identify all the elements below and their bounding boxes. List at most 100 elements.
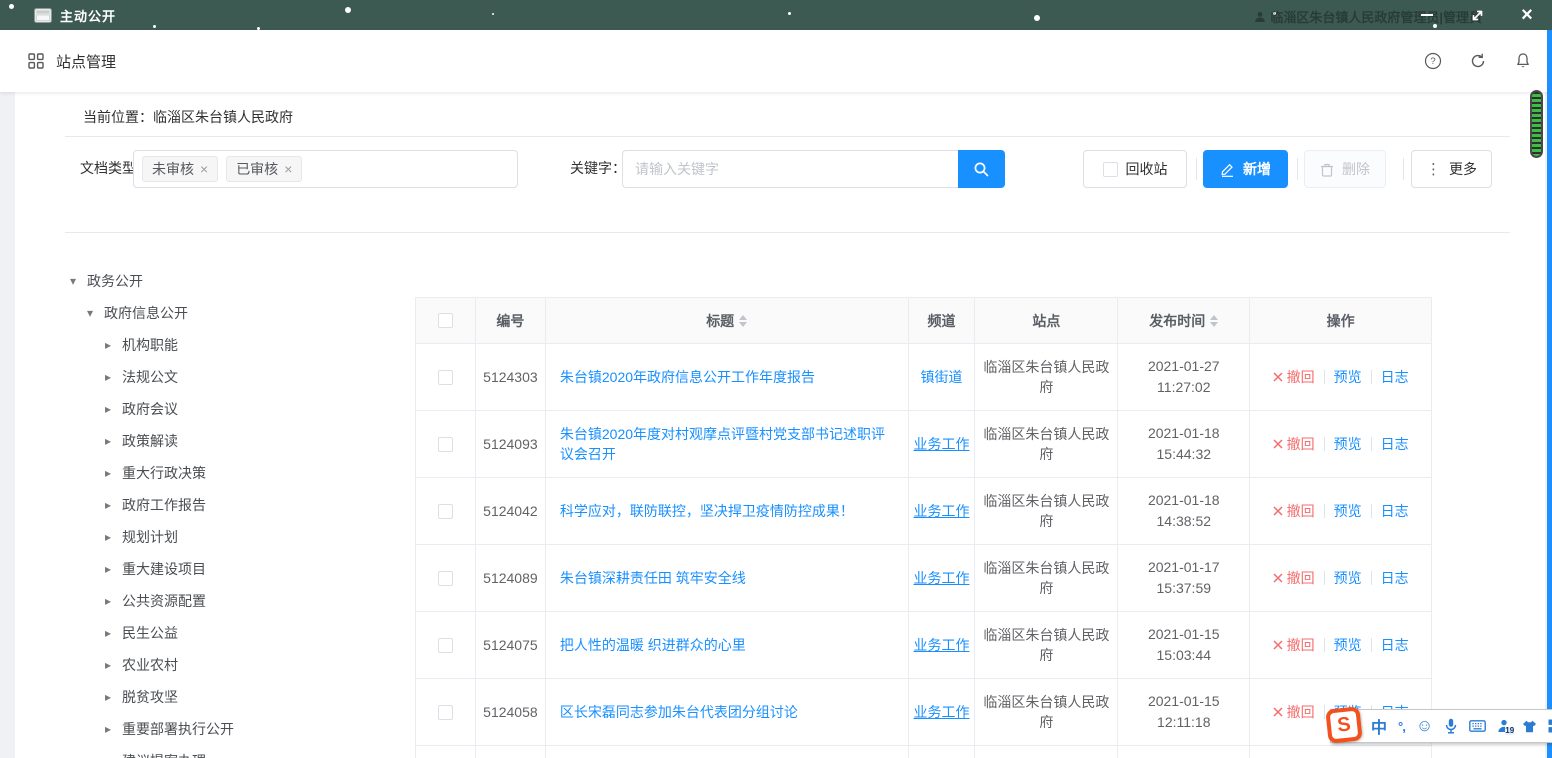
tree-item[interactable]: ▸重大建设项目 [60, 553, 410, 585]
preview-link[interactable]: 预览 [1334, 434, 1362, 454]
recycle-bin-button[interactable]: 回收站 [1083, 150, 1187, 188]
caret-right-icon[interactable]: ▸ [103, 466, 113, 480]
keyword-input[interactable] [622, 150, 958, 188]
row-checkbox[interactable] [438, 370, 453, 385]
caret-right-icon[interactable]: ▸ [103, 754, 113, 758]
row-channel-link[interactable]: 业务工作 [914, 501, 970, 521]
doc-type-tags-box[interactable]: 未审核× 已审核× [133, 150, 518, 188]
delete-button[interactable]: 删除 [1304, 150, 1386, 188]
row-checkbox[interactable] [438, 504, 453, 519]
apps-grid-icon[interactable] [28, 53, 44, 69]
caret-right-icon[interactable]: ▸ [103, 434, 113, 448]
tree-item[interactable]: ▾政务公开 [60, 265, 410, 297]
tree-item[interactable]: ▸政府工作报告 [60, 489, 410, 521]
log-link[interactable]: 日志 [1381, 434, 1409, 454]
tree-item[interactable]: ▸民生公益 [60, 617, 410, 649]
preview-link[interactable]: 预览 [1334, 501, 1362, 521]
caret-right-icon[interactable]: ▸ [103, 402, 113, 416]
revoke-link[interactable]: 撤回 [1273, 367, 1315, 387]
tag-remove-icon[interactable]: × [200, 161, 208, 177]
ime-emoji-icon[interactable]: ☺ [1416, 716, 1433, 736]
row-channel-link[interactable]: 业务工作 [914, 434, 970, 454]
row-checkbox[interactable] [438, 638, 453, 653]
caret-right-icon[interactable]: ▸ [103, 658, 113, 672]
row-title-link[interactable]: 把人性的温暖 织进群众的心里 [560, 635, 746, 655]
tree-item[interactable]: ▸建议提案办理 [60, 745, 410, 758]
log-link[interactable]: 日志 [1381, 501, 1409, 521]
row-title-link[interactable]: 区长宋磊同志参加朱台代表团分组讨论 [560, 702, 798, 722]
caret-right-icon[interactable]: ▸ [103, 530, 113, 544]
caret-right-icon[interactable]: ▸ [103, 626, 113, 640]
caret-right-icon[interactable]: ▸ [103, 370, 113, 384]
ime-keyboard-icon[interactable] [1469, 720, 1486, 732]
caret-right-icon[interactable]: ▸ [103, 562, 113, 576]
caret-right-icon[interactable]: ▸ [103, 690, 113, 704]
column-header-title[interactable]: 标题 [546, 298, 909, 344]
row-title-link[interactable]: 朱台镇深耕责任田 筑牢安全线 [560, 568, 746, 588]
tree-item[interactable]: ▸政府会议 [60, 393, 410, 425]
preview-link[interactable]: 预览 [1334, 367, 1362, 387]
select-all-checkbox[interactable] [438, 313, 453, 328]
tree-item[interactable]: ▾政府信息公开 [60, 297, 410, 329]
minimize-button[interactable] [1416, 4, 1438, 26]
row-title-link[interactable]: 朱台镇2020年政府信息公开工作年度报告 [560, 367, 815, 387]
sogou-logo-icon[interactable]: S [1325, 706, 1362, 743]
more-button[interactable]: ⋮ 更多 [1411, 150, 1492, 188]
preview-link[interactable]: 预览 [1334, 635, 1362, 655]
caret-right-icon[interactable]: ▸ [103, 722, 113, 736]
close-button[interactable]: × [1516, 4, 1538, 26]
maximize-button[interactable] [1466, 4, 1488, 26]
search-button[interactable] [958, 150, 1005, 188]
row-title-link[interactable]: 科学应对，联防联控，坚决捍卫疫情防控成果！ [560, 501, 854, 521]
revoke-link[interactable]: 撤回 [1273, 568, 1315, 588]
revoke-link[interactable]: 撤回 [1273, 434, 1315, 454]
log-link[interactable]: 日志 [1381, 635, 1409, 655]
caret-right-icon[interactable]: ▸ [103, 594, 113, 608]
tree-item[interactable]: ▸规划计划 [60, 521, 410, 553]
scrollbar-thumb[interactable] [1530, 90, 1543, 158]
add-button[interactable]: 新增 [1203, 150, 1288, 188]
row-checkbox[interactable] [438, 705, 453, 720]
doc-type-tag[interactable]: 已审核× [226, 156, 302, 182]
sort-icons[interactable] [1210, 315, 1218, 327]
revoke-link[interactable]: 撤回 [1273, 501, 1315, 521]
log-link[interactable]: 日志 [1381, 367, 1409, 387]
ime-microphone-icon[interactable] [1444, 718, 1458, 734]
row-channel-link[interactable]: 业务工作 [914, 568, 970, 588]
tree-item[interactable]: ▸农业农村 [60, 649, 410, 681]
caret-down-icon[interactable]: ▾ [68, 274, 78, 288]
refresh-icon[interactable] [1469, 52, 1487, 70]
help-icon[interactable]: ? [1424, 52, 1442, 70]
tree-item[interactable]: ▸脱贫攻坚 [60, 681, 410, 713]
ime-punctuation-icon[interactable]: °, [1398, 719, 1405, 734]
row-channel-link[interactable]: 镇街道 [921, 367, 963, 387]
caret-right-icon[interactable]: ▸ [103, 338, 113, 352]
tree-item[interactable]: ▸公共资源配置 [60, 585, 410, 617]
row-channel-link[interactable]: 业务工作 [914, 702, 970, 722]
ime-language-mode[interactable]: 中 [1371, 714, 1387, 738]
sort-icons[interactable] [739, 315, 747, 327]
log-link[interactable]: 日志 [1381, 568, 1409, 588]
ime-skin-icon[interactable] [1522, 720, 1537, 733]
column-header-time[interactable]: 发布时间 [1118, 298, 1250, 344]
row-title-link[interactable]: 朱台镇2020年度对村观摩点评暨村党支部书记述职评议会召开 [560, 424, 894, 464]
notification-bell-icon[interactable] [1514, 52, 1532, 70]
revoke-link[interactable]: 撤回 [1273, 635, 1315, 655]
tree-item[interactable]: ▸政策解读 [60, 425, 410, 457]
row-checkbox[interactable] [438, 571, 453, 586]
row-checkbox[interactable] [438, 437, 453, 452]
doc-type-tag[interactable]: 未审核× [142, 156, 218, 182]
preview-link[interactable]: 预览 [1334, 568, 1362, 588]
tree-item[interactable]: ▸法规公文 [60, 361, 410, 393]
tree-item[interactable]: ▸重大行政决策 [60, 457, 410, 489]
ime-account-icon[interactable]: 19 [1497, 719, 1511, 733]
tag-remove-icon[interactable]: × [284, 161, 292, 177]
tree-item[interactable]: ▸机构职能 [60, 329, 410, 361]
caret-down-icon[interactable]: ▾ [85, 306, 95, 320]
row-channel-link[interactable]: 业务工作 [914, 635, 970, 655]
caret-right-icon[interactable]: ▸ [103, 498, 113, 512]
ime-toolbox-icon[interactable] [1548, 719, 1552, 733]
tree-item[interactable]: ▸重要部署执行公开 [60, 713, 410, 745]
revoke-link[interactable]: 撤回 [1273, 702, 1315, 722]
recycle-bin-checkbox[interactable] [1103, 162, 1118, 177]
